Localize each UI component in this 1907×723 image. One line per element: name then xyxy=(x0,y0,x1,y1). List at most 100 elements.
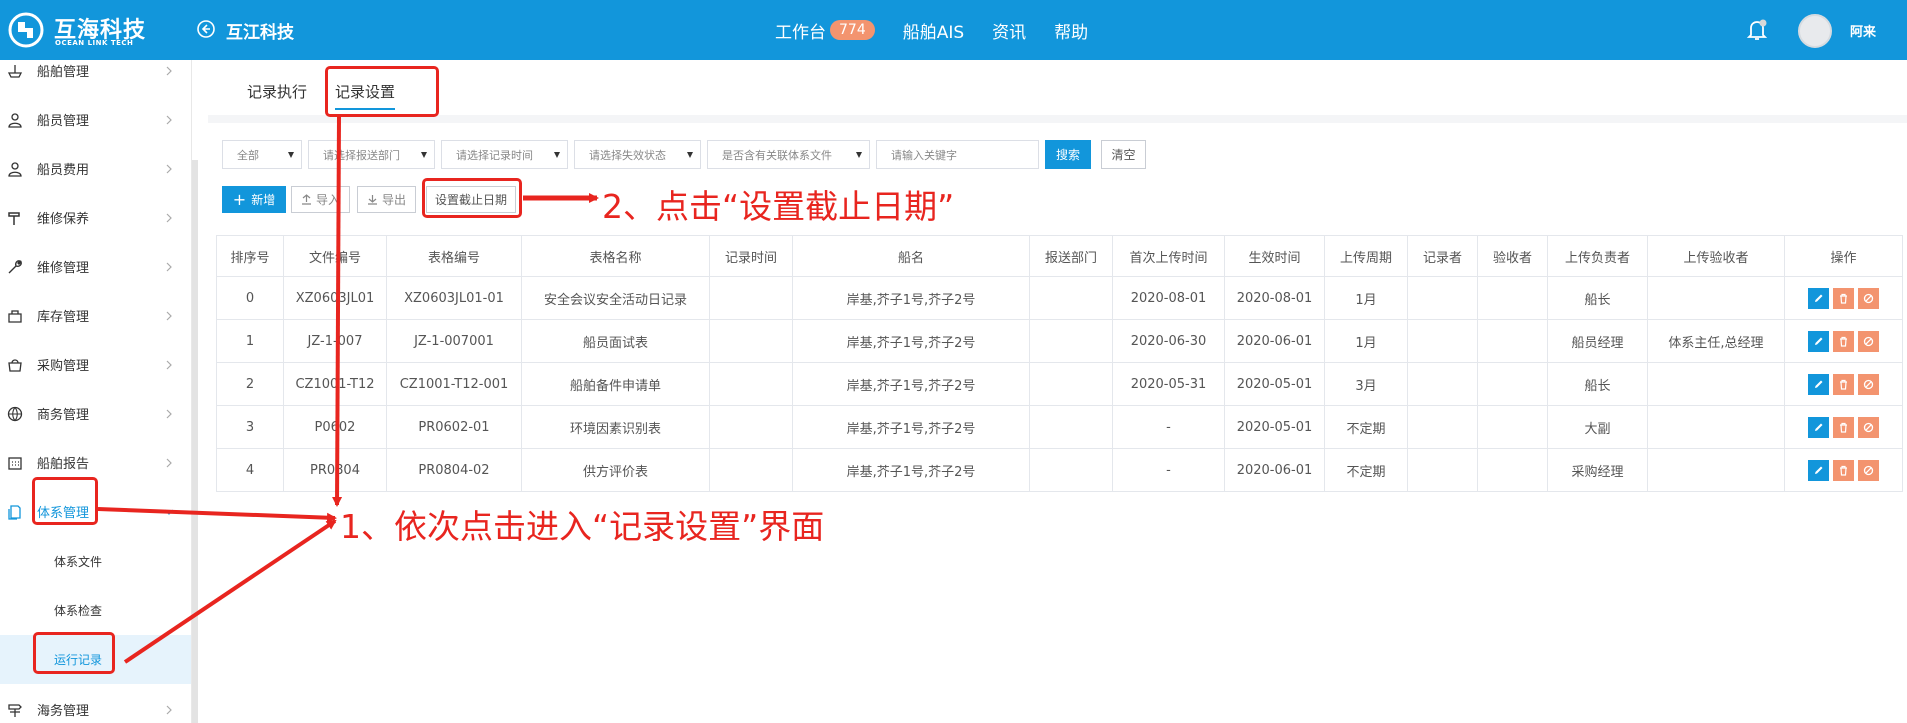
delete-button[interactable] xyxy=(1833,330,1854,352)
table-cell: 不定期 xyxy=(1324,448,1408,492)
nav-news[interactable]: 资讯 xyxy=(992,18,1026,43)
sidebar-subitem-system-check[interactable]: 体系检查 xyxy=(0,586,191,635)
set-deadline-button[interactable]: 设置截止日期 xyxy=(426,186,516,213)
sidebar-item-system[interactable]: 体系管理 xyxy=(0,487,191,536)
sidebar-item-ship[interactable]: 船舶管理 xyxy=(0,60,191,95)
table-cell xyxy=(709,276,793,320)
sidebar-item-crew-cost[interactable]: 船员费用 xyxy=(0,144,191,193)
tab-bar: 记录执行 记录设置 xyxy=(208,60,1907,115)
bell-icon[interactable] xyxy=(1746,18,1768,42)
sidebar-item-ship-report[interactable]: 船舶报告 xyxy=(0,438,191,487)
table-cell: 1 xyxy=(216,319,284,363)
table-cell xyxy=(709,362,793,406)
export-button-label: 导出 xyxy=(381,193,406,207)
import-button-label: 导入 xyxy=(315,193,340,207)
table-cell xyxy=(709,448,793,492)
sidebar-item-business[interactable]: 商务管理 xyxy=(0,389,191,438)
table-cell xyxy=(1477,362,1548,406)
table-header-row: 排序号 文件编号 表格编号 表格名称 记录时间 船名 报送部门 首次上传时间 生… xyxy=(216,235,1903,277)
ops-cell xyxy=(1784,362,1903,406)
table-cell: 船员经理 xyxy=(1547,319,1648,363)
table-cell: JZ-1-007001 xyxy=(386,319,522,363)
edit-button[interactable] xyxy=(1808,459,1829,481)
table-row: 4 PR0804 PR0804-02 供方评价表 岸基,芥子1号,芥子2号 -2020-0… xyxy=(216,448,1903,492)
sidebar-item-crew[interactable]: 船员管理 xyxy=(0,95,191,144)
table-cell: 1月 xyxy=(1324,319,1408,363)
search-button[interactable]: 搜索 xyxy=(1045,140,1091,169)
add-button[interactable]: + 新增 xyxy=(222,186,286,213)
sidebar-item-label: 采购管理 xyxy=(37,359,90,374)
chevron-right-icon xyxy=(166,164,172,173)
record-time-select-placeholder: 请选择记录时间 xyxy=(456,148,533,162)
pencil-icon xyxy=(1815,337,1823,345)
sidebar-item-inventory[interactable]: 库存管理 xyxy=(0,291,191,340)
sidebar-scrollbar[interactable] xyxy=(192,160,198,723)
sidebar-item-repair[interactable]: 维修管理 xyxy=(0,242,191,291)
export-button[interactable]: 导出 xyxy=(357,186,416,213)
department-select[interactable]: 请选择报送部门 xyxy=(308,140,435,169)
disable-button[interactable] xyxy=(1858,373,1879,395)
import-button[interactable]: 导入 xyxy=(291,186,350,213)
keyword-input[interactable]: 请输入关键字 xyxy=(876,140,1039,169)
table-cell: JZ-1-007 xyxy=(283,319,387,363)
table-cell: 船员面试表 xyxy=(521,319,710,363)
disable-button[interactable] xyxy=(1858,330,1879,352)
table-cell: 0 xyxy=(216,276,284,320)
row-actions xyxy=(1785,373,1902,395)
dropdown-arrow-icon xyxy=(288,152,294,158)
table-cell: - xyxy=(1112,405,1225,449)
record-time-select[interactable]: 请选择记录时间 xyxy=(441,140,568,169)
table-cell xyxy=(1477,448,1548,492)
ops-cell xyxy=(1784,319,1903,363)
table-cell xyxy=(1029,276,1113,320)
tab-record-settings[interactable]: 记录设置 xyxy=(335,81,396,110)
annotation-step2: 2、点击“设置截止日期” xyxy=(602,187,955,226)
edit-button[interactable] xyxy=(1808,373,1829,395)
status-select[interactable]: 请选择失效状态 xyxy=(574,140,701,169)
delete-button[interactable] xyxy=(1833,416,1854,438)
table-cell: 大副 xyxy=(1547,405,1648,449)
delete-button[interactable] xyxy=(1833,459,1854,481)
sidebar-item-label: 海务管理 xyxy=(37,704,90,719)
pencil-icon xyxy=(1815,380,1823,388)
table-cell: 3月 xyxy=(1324,362,1408,406)
tab-record-execution[interactable]: 记录执行 xyxy=(247,81,307,102)
avatar[interactable] xyxy=(1798,14,1832,48)
edit-button[interactable] xyxy=(1808,416,1829,438)
table-cell xyxy=(1029,405,1113,449)
sidebar-item-maintenance[interactable]: 维修保养 xyxy=(0,193,191,242)
edit-button[interactable] xyxy=(1808,330,1829,352)
sidebar-subitem-system-docs[interactable]: 体系文件 xyxy=(0,537,191,586)
nav-ship-ais[interactable]: 船舶AIS xyxy=(903,18,964,43)
ban-icon xyxy=(1863,379,1874,389)
ban-icon xyxy=(1863,293,1874,303)
logo[interactable]: 互海科技 OCEAN LINK TECH xyxy=(8,10,188,50)
disable-button[interactable] xyxy=(1858,287,1879,309)
chevron-right-icon xyxy=(166,409,172,418)
table-row: 1 JZ-1-007 JZ-1-007001 船员面试表 岸基,芥子1号,芥子2号 202… xyxy=(216,319,1903,363)
table-cell: 船长 xyxy=(1547,362,1648,406)
sidebar-subitem-run-records[interactable]: 运行记录 xyxy=(0,635,191,684)
sidebar-subitem-label: 运行记录 xyxy=(54,653,103,667)
column-header: 记录时间 xyxy=(709,235,793,277)
box-icon xyxy=(8,309,22,323)
disable-button[interactable] xyxy=(1858,416,1879,438)
linked-doc-select[interactable]: 是否含有关联体系文件 xyxy=(707,140,870,169)
sidebar-item-purchase[interactable]: 采购管理 xyxy=(0,340,191,389)
disable-button[interactable] xyxy=(1858,459,1879,481)
delete-button[interactable] xyxy=(1833,287,1854,309)
username[interactable]: 阿来 xyxy=(1850,21,1876,40)
trash-icon xyxy=(1840,293,1847,304)
delete-button[interactable] xyxy=(1833,373,1854,395)
scope-select[interactable]: 全部 xyxy=(222,140,302,169)
nav-help[interactable]: 帮助 xyxy=(1054,18,1088,43)
table-cell: 环境因素识别表 xyxy=(521,405,710,449)
dropdown-arrow-icon xyxy=(687,152,693,158)
sidebar-item-marine[interactable]: 海务管理 xyxy=(0,685,191,723)
edit-button[interactable] xyxy=(1808,287,1829,309)
trash-icon xyxy=(1840,422,1847,433)
ops-cell xyxy=(1784,276,1903,320)
clear-button[interactable]: 清空 xyxy=(1101,140,1146,169)
back-icon[interactable] xyxy=(196,19,216,39)
nav-workbench[interactable]: 工作台 774 xyxy=(775,18,875,43)
